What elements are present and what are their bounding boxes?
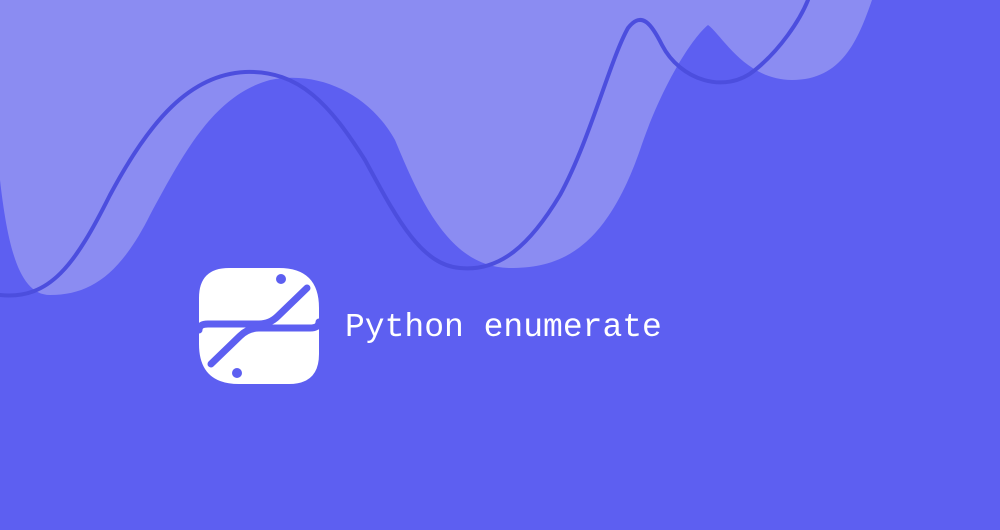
python-logo-icon: [199, 268, 319, 384]
banner: Python enumerate: [0, 0, 1000, 530]
python-logo-eye-upper: [276, 274, 286, 284]
background-waves: [0, 0, 872, 298]
wave-fill: [0, 0, 872, 295]
python-logo-eye-lower: [232, 368, 242, 378]
page-title: Python enumerate: [345, 309, 662, 346]
